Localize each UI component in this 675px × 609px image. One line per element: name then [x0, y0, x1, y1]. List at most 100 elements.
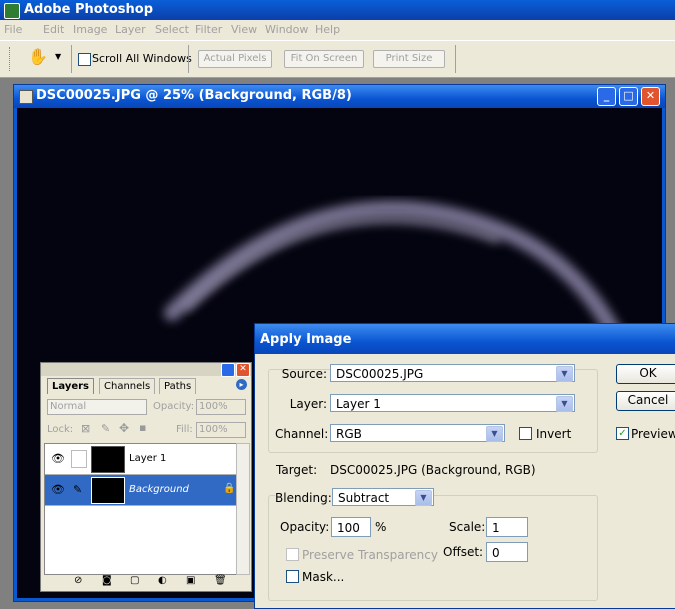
cancel-button[interactable]: Cancel	[616, 391, 675, 411]
palette-title-bar[interactable]: ✕	[41, 363, 251, 377]
target-value: DSC00025.JPG (Background, RGB)	[330, 463, 536, 477]
maximize-icon[interactable]: □	[619, 87, 638, 106]
layer-name: Layer 1	[129, 453, 167, 464]
close-icon[interactable]: ✕	[641, 87, 660, 106]
channel-value: RGB	[336, 427, 362, 441]
app-title: Adobe Photoshop	[24, 2, 154, 17]
menu-window[interactable]: Window	[265, 23, 308, 36]
actual-pixels-button[interactable]: Actual Pixels	[198, 50, 272, 68]
blend-mode-value: Normal	[50, 401, 87, 412]
lock-all-icon[interactable]: ▪	[139, 421, 146, 434]
lock-transparent-icon[interactable]: ⊠	[81, 422, 90, 435]
lock-icon: 🔒	[223, 483, 236, 494]
visibility-eye-icon[interactable]: 👁	[51, 483, 65, 496]
layers-scrollbar[interactable]	[236, 443, 250, 575]
menu-select[interactable]: Select	[155, 23, 189, 36]
dialog-title-bar[interactable]: Apply Image	[255, 324, 675, 354]
adjustment-layer-icon[interactable]: ◐	[158, 575, 167, 586]
menu-image[interactable]: Image	[73, 23, 107, 36]
source-label: Source:	[281, 367, 327, 381]
chevron-down-icon[interactable]: ▼	[556, 396, 573, 412]
scale-input[interactable]: 1	[486, 517, 528, 537]
chevron-down-icon[interactable]: ▼	[415, 490, 432, 506]
layer-thumbnail	[91, 446, 125, 473]
photoshop-app-icon	[4, 3, 20, 19]
blend-mode-select[interactable]: Normal	[47, 399, 147, 415]
layer-fill-field[interactable]: 100%	[196, 422, 246, 438]
app-title-bar: Adobe Photoshop	[0, 0, 675, 20]
trash-icon[interactable]: 🗑	[214, 575, 227, 586]
layer-opacity-field[interactable]: 100%	[196, 399, 246, 415]
menu-view[interactable]: View	[231, 23, 257, 36]
print-size-button[interactable]: Print Size	[373, 50, 445, 68]
opacity-input[interactable]: 100	[331, 517, 371, 537]
layer-style-icon[interactable]: ◙	[102, 575, 112, 586]
layer-row-background[interactable]: 👁 ✎ Background 🔒	[45, 475, 237, 506]
tab-paths[interactable]: Paths	[159, 378, 197, 394]
visibility-eye-icon[interactable]: 👁	[51, 452, 65, 465]
new-group-icon[interactable]: ▣	[186, 575, 195, 586]
document-title-bar[interactable]: DSC00025.JPG @ 25% (Background, RGB/8) _…	[14, 85, 665, 108]
opacity-label: Opacity:	[280, 520, 330, 534]
paintbrush-icon: ✎	[73, 483, 83, 496]
apply-image-dialog: Apply Image Source: DSC00025.JPG ▼ Layer…	[254, 323, 675, 609]
lock-label: Lock:	[47, 424, 74, 435]
separator	[71, 45, 72, 73]
hand-tool-icon[interactable]: ✋	[28, 47, 48, 66]
scroll-all-windows-checkbox[interactable]	[78, 53, 91, 66]
layer-row-layer-1[interactable]: 👁 Layer 1	[45, 444, 237, 475]
layer-select[interactable]: Layer 1 ▼	[330, 394, 575, 412]
menu-layer[interactable]: Layer	[115, 23, 146, 36]
lock-brush-icon[interactable]: ✎	[101, 422, 110, 435]
preview-checkbox[interactable]: ✓	[616, 427, 629, 440]
tab-layers[interactable]: Layers	[47, 378, 94, 394]
options-bar: ✋ ▼ Scroll All Windows Actual Pixels Fit…	[0, 40, 675, 78]
preview-label: Preview	[631, 427, 675, 441]
source-value: DSC00025.JPG	[336, 367, 424, 381]
separator	[188, 45, 189, 73]
fit-on-screen-button[interactable]: Fit On Screen	[284, 50, 364, 68]
layer-link-slot[interactable]	[71, 450, 87, 468]
menu-bar: File Edit Image Layer Select Filter View…	[0, 20, 675, 40]
minimize-icon[interactable]: _	[597, 87, 616, 106]
chevron-down-icon[interactable]: ▼	[556, 366, 573, 382]
menu-edit[interactable]: Edit	[43, 23, 64, 36]
invert-checkbox[interactable]	[519, 427, 532, 440]
invert-label: Invert	[536, 427, 572, 441]
preserve-transparency-checkbox[interactable]	[286, 548, 299, 561]
layer-label: Layer:	[289, 397, 327, 411]
menu-help[interactable]: Help	[315, 23, 340, 36]
source-select[interactable]: DSC00025.JPG ▼	[330, 364, 575, 382]
offset-input[interactable]: 0	[486, 542, 528, 562]
layers-bottom-toolbar: ⊘ ◙ ▢ ◐ ▣ 🗑	[44, 575, 248, 589]
blending-select[interactable]: Subtract ▼	[332, 488, 434, 506]
channel-label: Channel:	[275, 427, 329, 441]
tab-channels[interactable]: Channels	[99, 378, 156, 394]
chevron-down-icon[interactable]: ▼	[486, 426, 503, 442]
scale-label: Scale:	[449, 520, 486, 534]
menu-file[interactable]: File	[4, 23, 22, 36]
link-layers-icon[interactable]: ⊘	[74, 575, 82, 586]
toolbar-grip[interactable]	[9, 47, 12, 71]
dialog-title: Apply Image	[260, 332, 352, 347]
opacity-unit: %	[375, 520, 387, 534]
layer-value: Layer 1	[336, 397, 381, 411]
ok-button[interactable]: OK	[616, 364, 675, 384]
channel-select[interactable]: RGB ▼	[330, 424, 505, 442]
image-file-icon	[19, 90, 33, 104]
offset-label: Offset:	[443, 545, 484, 559]
tool-preset-dropdown-icon[interactable]: ▼	[55, 52, 61, 61]
mask-label: Mask...	[302, 570, 345, 584]
lock-position-icon[interactable]: ✥	[119, 421, 129, 435]
separator	[455, 45, 456, 73]
palette-close-icon[interactable]: ✕	[236, 363, 250, 377]
layer-name: Background	[129, 484, 189, 495]
preserve-transparency-label: Preserve Transparency	[302, 548, 438, 562]
layer-mask-icon[interactable]: ▢	[130, 575, 139, 586]
mask-checkbox[interactable]	[286, 570, 299, 583]
palette-menu-icon[interactable]: ▸	[236, 379, 247, 390]
palette-minimize-icon[interactable]	[221, 363, 235, 377]
target-label: Target:	[276, 463, 318, 477]
layers-palette: ✕ Layers Channels Paths ▸ Normal Opacity…	[40, 362, 252, 592]
menu-filter[interactable]: Filter	[195, 23, 222, 36]
